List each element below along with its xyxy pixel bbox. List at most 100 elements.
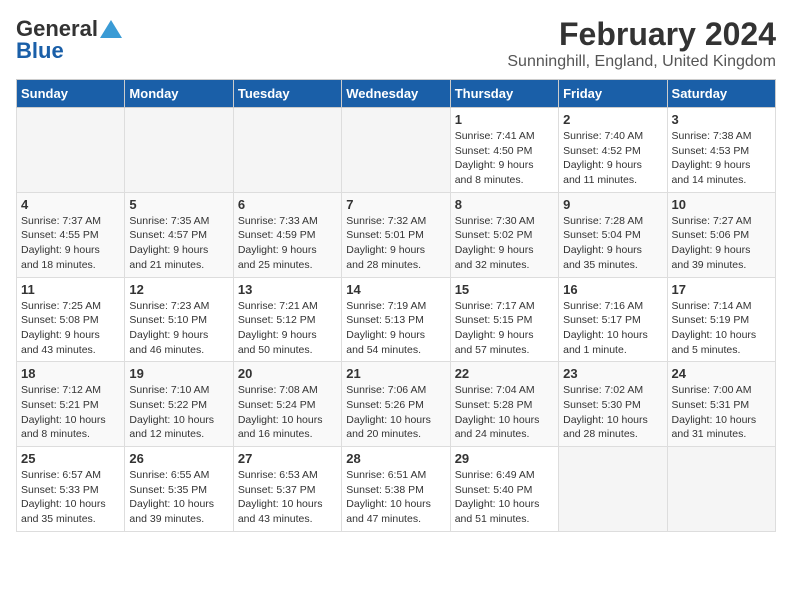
day-info: Sunrise: 7:02 AM Sunset: 5:30 PM Dayligh… [563, 383, 662, 442]
logo-icon [100, 18, 122, 40]
logo-blue: Blue [16, 38, 64, 64]
day-number: 4 [21, 197, 120, 212]
calendar-day-cell: 28 Sunrise: 6:51 AM Sunset: 5:38 PM Dayli… [342, 447, 450, 532]
day-number: 9 [563, 197, 662, 212]
day-number: 2 [563, 112, 662, 127]
weekday-header: Saturday [667, 80, 775, 108]
weekday-header: Tuesday [233, 80, 341, 108]
calendar-day-cell: 11Sunrise: 7:25 AM Sunset: 5:08 PM Dayli… [17, 277, 125, 362]
day-number: 12 [129, 282, 228, 297]
main-title: February 2024 [507, 16, 776, 53]
calendar-day-cell [559, 447, 667, 532]
day-number: 20 [238, 366, 337, 381]
day-info: Sunrise: 7:30 AM Sunset: 5:02 PM Dayligh… [455, 214, 554, 273]
day-info: Sunrise: 7:35 AM Sunset: 4:57 PM Dayligh… [129, 214, 228, 273]
day-number: 13 [238, 282, 337, 297]
day-info: Sunrise: 7:16 AM Sunset: 5:17 PM Dayligh… [563, 299, 662, 358]
calendar-day-cell [125, 108, 233, 193]
day-info: Sunrise: 7:32 AM Sunset: 5:01 PM Dayligh… [346, 214, 445, 273]
calendar-day-cell [233, 108, 341, 193]
title-area: February 2024 Sunninghill, England, Unit… [507, 16, 776, 71]
calendar-day-cell: 22 Sunrise: 7:04 AM Sunset: 5:28 PM Dayli… [450, 362, 558, 447]
calendar-day-cell: 15Sunrise: 7:17 AM Sunset: 5:15 PM Dayli… [450, 277, 558, 362]
calendar-table: SundayMondayTuesdayWednesdayThursdayFrid… [16, 79, 776, 532]
calendar-week-row: 11Sunrise: 7:25 AM Sunset: 5:08 PM Dayli… [17, 277, 776, 362]
calendar-day-cell: 5Sunrise: 7:35 AM Sunset: 4:57 PM Daylig… [125, 192, 233, 277]
day-number: 24 [672, 366, 771, 381]
calendar-day-cell: 1Sunrise: 7:41 AM Sunset: 4:50 PM Daylig… [450, 108, 558, 193]
weekday-header: Sunday [17, 80, 125, 108]
calendar-day-cell: 9Sunrise: 7:28 AM Sunset: 5:04 PM Daylig… [559, 192, 667, 277]
day-info: Sunrise: 7:10 AM Sunset: 5:22 PM Dayligh… [129, 383, 228, 442]
day-number: 8 [455, 197, 554, 212]
calendar-day-cell [342, 108, 450, 193]
day-info: Sunrise: 6:49 AM Sunset: 5:40 PM Dayligh… [455, 468, 554, 527]
day-info: Sunrise: 7:37 AM Sunset: 4:55 PM Dayligh… [21, 214, 120, 273]
day-number: 6 [238, 197, 337, 212]
calendar-day-cell: 7Sunrise: 7:32 AM Sunset: 5:01 PM Daylig… [342, 192, 450, 277]
day-number: 21 [346, 366, 445, 381]
day-info: Sunrise: 7:14 AM Sunset: 5:19 PM Dayligh… [672, 299, 771, 358]
calendar-day-cell: 20 Sunrise: 7:08 AM Sunset: 5:24 PM Dayli… [233, 362, 341, 447]
day-number: 16 [563, 282, 662, 297]
day-number: 10 [672, 197, 771, 212]
day-number: 1 [455, 112, 554, 127]
day-number: 29 [455, 451, 554, 466]
day-info: Sunrise: 7:38 AM Sunset: 4:53 PM Dayligh… [672, 129, 771, 188]
day-info: Sunrise: 7:40 AM Sunset: 4:52 PM Dayligh… [563, 129, 662, 188]
day-info: Sunrise: 7:04 AM Sunset: 5:28 PM Dayligh… [455, 383, 554, 442]
day-info: Sunrise: 7:25 AM Sunset: 5:08 PM Dayligh… [21, 299, 120, 358]
calendar-day-cell: 16 Sunrise: 7:16 AM Sunset: 5:17 PM Dayli… [559, 277, 667, 362]
day-info: Sunrise: 7:08 AM Sunset: 5:24 PM Dayligh… [238, 383, 337, 442]
day-info: Sunrise: 7:27 AM Sunset: 5:06 PM Dayligh… [672, 214, 771, 273]
day-number: 22 [455, 366, 554, 381]
day-info: Sunrise: 7:33 AM Sunset: 4:59 PM Dayligh… [238, 214, 337, 273]
day-number: 27 [238, 451, 337, 466]
calendar-day-cell: 18Sunrise: 7:12 AM Sunset: 5:21 PM Dayli… [17, 362, 125, 447]
calendar-day-cell: 13 Sunrise: 7:21 AM Sunset: 5:12 PM Dayli… [233, 277, 341, 362]
calendar-day-cell [17, 108, 125, 193]
day-info: Sunrise: 7:19 AM Sunset: 5:13 PM Dayligh… [346, 299, 445, 358]
weekday-header: Monday [125, 80, 233, 108]
day-number: 15 [455, 282, 554, 297]
calendar-day-cell: 17Sunrise: 7:14 AM Sunset: 5:19 PM Dayli… [667, 277, 775, 362]
page-header: General Blue February 2024 Sunninghill, … [16, 16, 776, 71]
day-number: 26 [129, 451, 228, 466]
calendar-day-cell: 26 Sunrise: 6:55 AM Sunset: 5:35 PM Dayli… [125, 447, 233, 532]
day-info: Sunrise: 6:51 AM Sunset: 5:38 PM Dayligh… [346, 468, 445, 527]
calendar-day-cell: 25 Sunrise: 6:57 AM Sunset: 5:33 PM Dayli… [17, 447, 125, 532]
day-number: 25 [21, 451, 120, 466]
calendar-day-cell: 19 Sunrise: 7:10 AM Sunset: 5:22 PM Dayli… [125, 362, 233, 447]
day-number: 3 [672, 112, 771, 127]
day-number: 23 [563, 366, 662, 381]
calendar-day-cell: 10 Sunrise: 7:27 AM Sunset: 5:06 PM Dayli… [667, 192, 775, 277]
calendar-body: 1Sunrise: 7:41 AM Sunset: 4:50 PM Daylig… [17, 108, 776, 532]
subtitle: Sunninghill, England, United Kingdom [507, 53, 776, 71]
calendar-day-cell: 12 Sunrise: 7:23 AM Sunset: 5:10 PM Dayli… [125, 277, 233, 362]
day-number: 19 [129, 366, 228, 381]
day-number: 14 [346, 282, 445, 297]
day-info: Sunrise: 6:57 AM Sunset: 5:33 PM Dayligh… [21, 468, 120, 527]
day-info: Sunrise: 7:23 AM Sunset: 5:10 PM Dayligh… [129, 299, 228, 358]
calendar-day-cell: 21Sunrise: 7:06 AM Sunset: 5:26 PM Dayli… [342, 362, 450, 447]
day-number: 28 [346, 451, 445, 466]
calendar-day-cell [667, 447, 775, 532]
calendar-week-row: 4 Sunrise: 7:37 AM Sunset: 4:55 PM Daylig… [17, 192, 776, 277]
day-info: Sunrise: 6:55 AM Sunset: 5:35 PM Dayligh… [129, 468, 228, 527]
logo: General Blue [16, 16, 122, 64]
calendar-week-row: 1Sunrise: 7:41 AM Sunset: 4:50 PM Daylig… [17, 108, 776, 193]
weekday-header: Friday [559, 80, 667, 108]
calendar-week-row: 18Sunrise: 7:12 AM Sunset: 5:21 PM Dayli… [17, 362, 776, 447]
calendar-day-cell: 2 Sunrise: 7:40 AM Sunset: 4:52 PM Daylig… [559, 108, 667, 193]
calendar-week-row: 25 Sunrise: 6:57 AM Sunset: 5:33 PM Dayli… [17, 447, 776, 532]
weekday-header: Wednesday [342, 80, 450, 108]
day-info: Sunrise: 7:21 AM Sunset: 5:12 PM Dayligh… [238, 299, 337, 358]
calendar-day-cell: 24Sunrise: 7:00 AM Sunset: 5:31 PM Dayli… [667, 362, 775, 447]
calendar-day-cell: 3 Sunrise: 7:38 AM Sunset: 4:53 PM Daylig… [667, 108, 775, 193]
calendar-header-row: SundayMondayTuesdayWednesdayThursdayFrid… [17, 80, 776, 108]
calendar-day-cell: 14 Sunrise: 7:19 AM Sunset: 5:13 PM Dayli… [342, 277, 450, 362]
calendar-day-cell: 6 Sunrise: 7:33 AM Sunset: 4:59 PM Daylig… [233, 192, 341, 277]
calendar-day-cell: 4 Sunrise: 7:37 AM Sunset: 4:55 PM Daylig… [17, 192, 125, 277]
day-number: 18 [21, 366, 120, 381]
day-info: Sunrise: 6:53 AM Sunset: 5:37 PM Dayligh… [238, 468, 337, 527]
